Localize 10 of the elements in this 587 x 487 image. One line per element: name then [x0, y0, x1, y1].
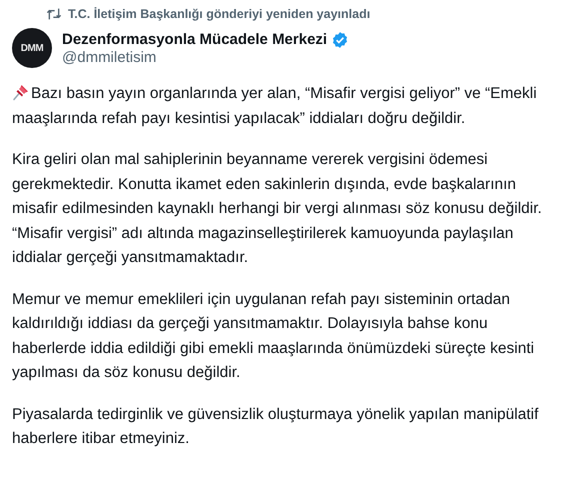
avatar[interactable]: DMM — [12, 28, 52, 68]
author-handle[interactable]: @dmmiletisim — [62, 48, 350, 66]
tweet-paragraph: Bazı basın yayın organlarında yer alan, “Misafir vergisi geliyor” ve “Emekli maaşlarında refah payı kesintisi yapılacak” iddiaları doğru değildir. — [12, 82, 538, 128]
tweet-paragraph: Memur ve memur emeklileri için uygulanan refah payı sisteminin ortadan kaldırıldığı iddiası da gerçeği yansıtmamaktır. Dolayısıyla bahse konu haberlerde iddia edildiği gibi emekli maaşlarında önümüzdeki süreçte kesinti yapılması da söz konusu değildir. — [12, 290, 536, 383]
repost-icon — [46, 7, 62, 21]
author-name[interactable]: Dezenformasyonla Mücadele Merkezi — [62, 31, 328, 48]
repost-text: T.C. İletişim Başkanlığı gönderiyi yeniden yayınladı — [68, 7, 370, 21]
pushpin-icon — [12, 83, 30, 101]
tweet-paragraph: Kira geliri olan mal sahiplerinin beyanname vererek vergisini ödemesi gerekmektedir. Konutta ikamet eden sakinlerin dışında, evde başkalarının misafir edilmesinden kaynaklı herhangi bir vergi alınması söz konusu değildir. “Misafir vergisi” adı altında magazinselleştirilerek kamuoyunda paylaşılan iddialar gerçeği yansıtmamaktadır. — [12, 150, 543, 268]
tweet-paragraph: Piyasalarda tedirginlik ve güvensizlik oluşturmaya yönelik yapılan manipülatif haberlere itibar etmeyiniz. — [12, 404, 540, 449]
